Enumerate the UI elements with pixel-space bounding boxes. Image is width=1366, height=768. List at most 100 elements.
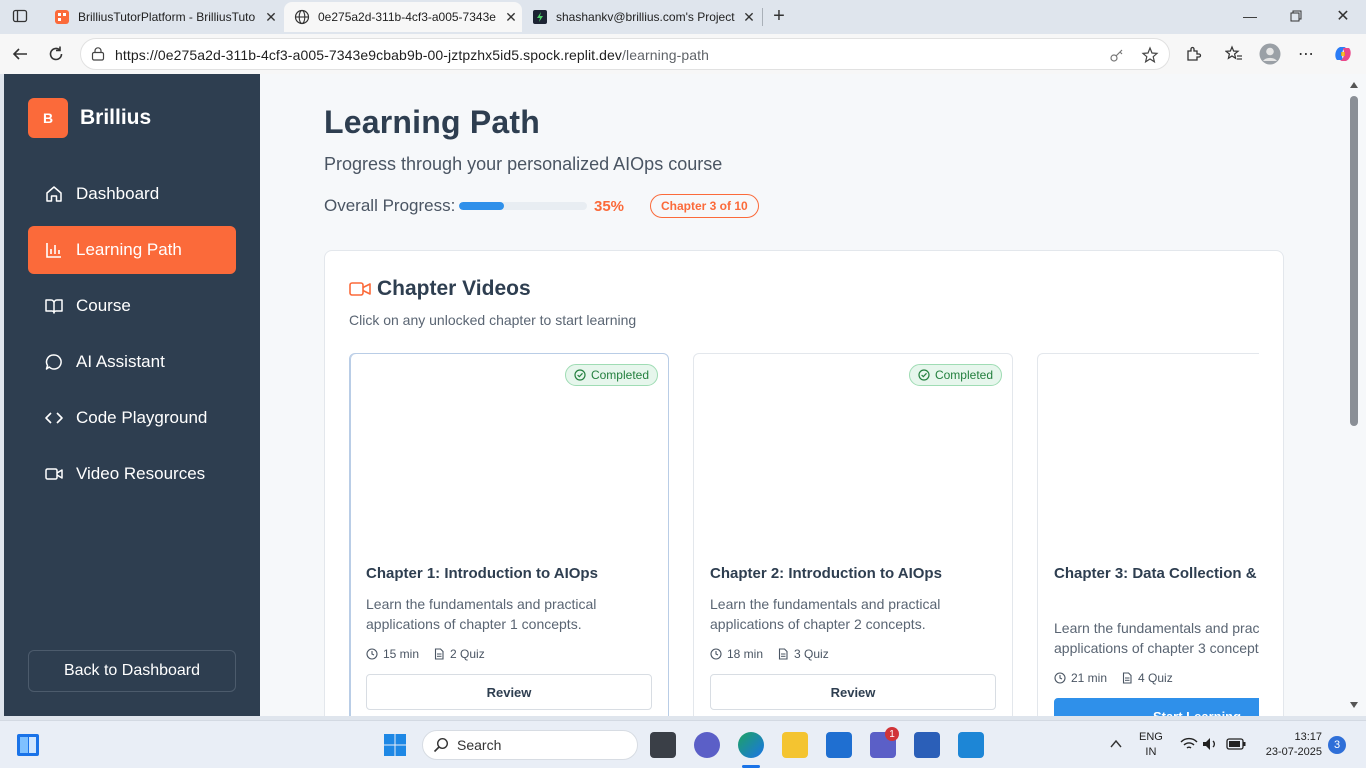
sidebar-item-ai-assistant[interactable]: AI Assistant: [28, 338, 236, 386]
close-tab-icon[interactable]: ✕: [738, 9, 760, 26]
status-text: Completed: [934, 368, 993, 382]
chapter-duration: 21 min: [1071, 671, 1108, 685]
home-icon: [44, 184, 64, 204]
word-icon[interactable]: [914, 732, 940, 758]
file-explorer-icon[interactable]: [782, 732, 808, 758]
app-root: B Brillius Dashboard Learning Path Cours…: [4, 74, 1366, 716]
minimize-icon[interactable]: —: [1238, 4, 1262, 28]
replit-favicon-icon: [533, 10, 547, 24]
review-button[interactable]: Review: [710, 674, 996, 710]
browser-tab-2[interactable]: 0e275a2d-311b-4cf3-a005-7343e ✕: [284, 2, 522, 32]
document-icon: [434, 648, 444, 660]
lang-line-2: IN: [1145, 746, 1157, 758]
completed-badge: Completed: [908, 364, 1002, 386]
scroll-up-icon[interactable]: [1350, 82, 1358, 88]
panel-subtitle: Click on any unlocked chapter to start l…: [349, 312, 637, 328]
desktop-widget-icon[interactable]: [16, 733, 40, 757]
more-menu-icon[interactable]: ⋯: [1294, 42, 1318, 66]
browser-tab-3[interactable]: shashankv@brillius.com's Project ✕: [522, 2, 760, 32]
sidebar-item-code-playground[interactable]: Code Playground: [28, 394, 236, 442]
chapter-description: Learn the fundamentals and practical app…: [710, 596, 941, 632]
tab-actions-icon[interactable]: [8, 4, 32, 28]
chapter-duration: 18 min: [727, 647, 764, 661]
chat-icon: [44, 352, 64, 372]
restore-icon[interactable]: [1284, 4, 1308, 28]
volume-icon[interactable]: [1202, 737, 1218, 751]
chapter-card[interactable]: Completed Chapter 2: Introduction to AIO…: [693, 353, 1013, 716]
favorite-star-icon[interactable]: [1141, 46, 1159, 64]
system-clock[interactable]: 13:17 23-07-2025: [1258, 730, 1322, 760]
url-text: https://0e275a2d-311b-4cf3-a005-7343e9cb…: [115, 47, 709, 63]
clock-icon: [366, 648, 378, 660]
video-camera-icon: [349, 282, 371, 296]
scroll-down-icon[interactable]: [1350, 702, 1358, 708]
copilot-icon[interactable]: [1331, 42, 1355, 66]
back-to-dashboard-button[interactable]: Back to Dashboard: [28, 650, 236, 692]
brillius-favicon-icon: [55, 10, 69, 24]
favorites-list-icon[interactable]: [1222, 42, 1246, 66]
sidebar-item-label: Code Playground: [76, 408, 208, 427]
edge-browser-icon[interactable]: [738, 732, 764, 758]
close-tab-icon[interactable]: ✕: [500, 9, 522, 26]
input-language-indicator[interactable]: ENG IN: [1139, 730, 1163, 760]
clock-date: 23-07-2025: [1265, 746, 1322, 758]
chapter-videos-panel: Chapter Videos Click on any unlocked cha…: [324, 250, 1284, 716]
chapter-card[interactable]: Completed Chapter 1: Introduction to AIO…: [349, 353, 669, 716]
video-icon: [44, 464, 64, 484]
scrollbar-thumb[interactable]: [1350, 96, 1358, 426]
chapter-description: Learn the fundamentals and practical app…: [366, 596, 597, 632]
vscode-icon[interactable]: [958, 732, 984, 758]
chapter-meta: 15 min 2 Quiz: [366, 647, 499, 661]
brand-name: Brillius: [80, 106, 152, 129]
sidebar-item-video-resources[interactable]: Video Resources: [28, 450, 236, 498]
new-tab-icon[interactable]: +: [767, 4, 791, 28]
review-button[interactable]: Review: [366, 674, 652, 710]
taskbar: Search 1 ENG IN 13:17 23-07-2025 3: [0, 720, 1366, 768]
completed-badge: Completed: [564, 364, 658, 386]
refresh-icon[interactable]: [44, 42, 68, 66]
store-icon[interactable]: [826, 732, 852, 758]
sidebar-item-learning-path[interactable]: Learning Path: [28, 226, 236, 274]
sidebar-item-course[interactable]: Course: [28, 282, 236, 330]
chapter-count-badge: Chapter 3 of 10: [650, 194, 759, 218]
meet-chat-icon[interactable]: [694, 732, 720, 758]
check-circle-icon: [918, 369, 930, 381]
task-view-icon[interactable]: [650, 732, 676, 758]
chapter-card[interactable]: Chapter 3: Data Collection & Processing …: [1037, 353, 1259, 716]
notification-count-badge[interactable]: 3: [1328, 736, 1346, 754]
tab-title: shashankv@brillius.com's Project: [556, 10, 735, 24]
profile-avatar-icon[interactable]: [1258, 42, 1282, 66]
back-arrow-icon[interactable]: [8, 42, 32, 66]
address-bar[interactable]: https://0e275a2d-311b-4cf3-a005-7343e9cb…: [80, 38, 1170, 70]
wifi-icon[interactable]: [1180, 737, 1198, 751]
show-hidden-icons-icon[interactable]: [1110, 739, 1122, 749]
sidebar-item-label: Course: [76, 296, 131, 315]
site-info-icon[interactable]: [91, 47, 105, 61]
page-scrollbar[interactable]: [1346, 74, 1362, 716]
sidebar-item-dashboard[interactable]: Dashboard: [28, 170, 236, 218]
tab-title: 0e275a2d-311b-4cf3-a005-7343e: [318, 10, 496, 24]
search-placeholder: Search: [457, 737, 502, 753]
windows-start-icon[interactable]: [383, 733, 407, 757]
browser-tab-strip: BrilliusTutorPlatform - BrilliusTuto ✕ 0…: [0, 0, 1366, 34]
taskbar-search-box[interactable]: Search: [422, 730, 638, 760]
clock-time: 13:17: [1294, 731, 1322, 743]
close-window-icon[interactable]: ✕: [1331, 4, 1355, 28]
battery-icon[interactable]: [1226, 738, 1246, 750]
url-path: /learning-path: [622, 47, 710, 63]
close-tab-icon[interactable]: ✕: [260, 9, 282, 26]
lang-line-1: ENG: [1139, 731, 1163, 743]
chapter-carousel[interactable]: Completed Chapter 1: Introduction to AIO…: [349, 353, 1259, 716]
tab-divider: [762, 8, 763, 26]
page-subtitle: Progress through your personalized AIOps…: [324, 154, 723, 174]
chapter-title: Chapter 3: Data Collection & Processing: [1054, 565, 1259, 582]
search-icon: [433, 737, 449, 753]
browser-tab-1[interactable]: BrilliusTutorPlatform - BrilliusTuto ✕: [44, 2, 282, 32]
password-key-icon[interactable]: [1109, 47, 1125, 63]
start-learning-button[interactable]: Start Learning: [1054, 698, 1259, 716]
overall-progress-label: Overall Progress:: [324, 196, 456, 215]
sidebar-item-label: Dashboard: [76, 184, 160, 203]
panel-title: Chapter Videos: [377, 277, 531, 300]
sidebar-item-label: AI Assistant: [76, 352, 165, 371]
extensions-icon[interactable]: [1181, 42, 1205, 66]
